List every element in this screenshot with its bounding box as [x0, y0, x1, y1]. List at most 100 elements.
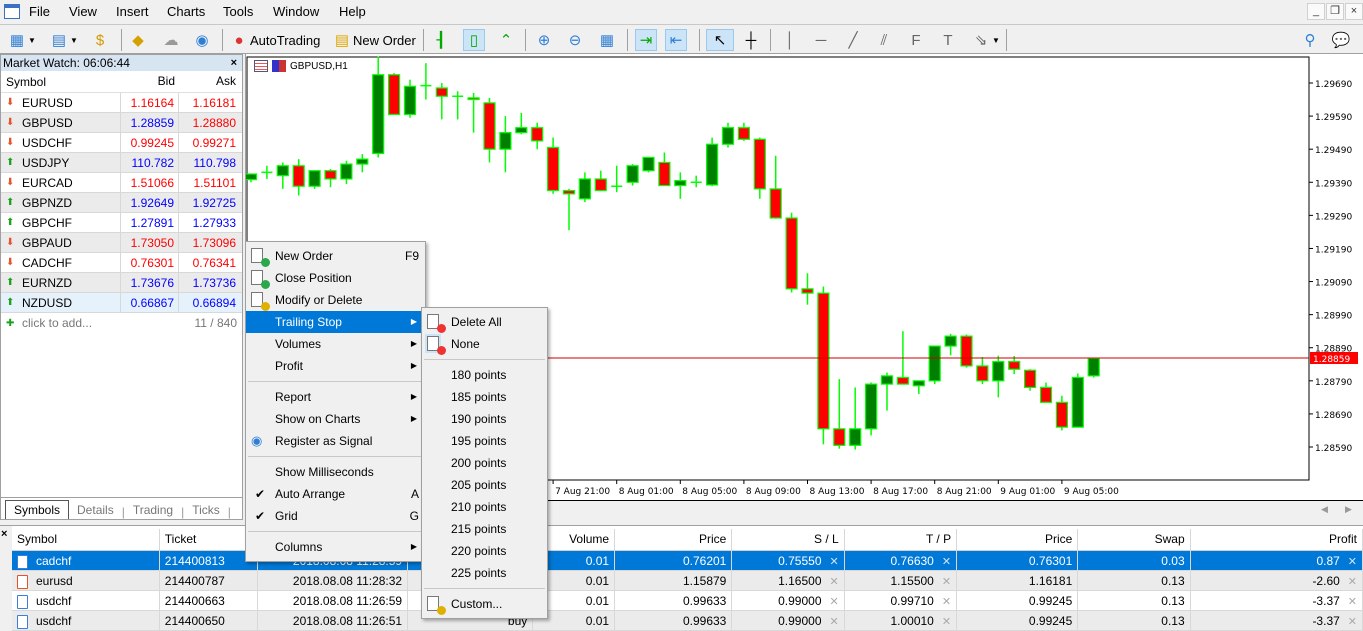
- search-button[interactable]: ⚲: [1299, 28, 1321, 52]
- column-header[interactable]: Profit: [1191, 529, 1363, 550]
- trade-row[interactable]: usdchf 214400663 2018.08.08 11:26:59 0.01 0.…: [12, 591, 1363, 611]
- tab-symbols[interactable]: Symbols: [5, 500, 70, 519]
- market-watch-row[interactable]: ⬇ CADCHF 0.76301 0.76341: [1, 253, 242, 273]
- column-header[interactable]: T / P: [845, 529, 958, 550]
- remove-icon[interactable]: ✕: [942, 556, 951, 568]
- column-header[interactable]: Price: [615, 529, 733, 550]
- column-header[interactable]: Price: [957, 529, 1079, 550]
- column-symbol[interactable]: Symbol: [1, 71, 121, 92]
- cloud-button[interactable]: ☁: [160, 28, 182, 52]
- menu-item-points[interactable]: 185 points: [422, 386, 547, 408]
- vertical-line-button[interactable]: │: [779, 28, 801, 52]
- close-button[interactable]: ×: [1345, 3, 1363, 20]
- fibonacci-button[interactable]: F: [905, 28, 927, 52]
- market-watch-row[interactable]: ⬇ GBPUSD 1.28859 1.28880: [1, 113, 242, 133]
- metaeditor-button[interactable]: ◆: [127, 28, 149, 52]
- tab-trading[interactable]: Trading: [125, 501, 181, 519]
- menu-item-profit[interactable]: Profit ▶: [246, 355, 425, 377]
- market-watch-row[interactable]: ⬇ GBPAUD 1.73050 1.73096: [1, 233, 242, 253]
- menu-item-points[interactable]: 180 points: [422, 364, 547, 386]
- add-symbol-row[interactable]: ✚ click to add... 11 / 840: [1, 313, 242, 333]
- menu-window[interactable]: Window: [273, 4, 319, 19]
- menu-item-show-milliseconds[interactable]: Show Milliseconds: [246, 461, 425, 483]
- menu-view[interactable]: View: [69, 4, 97, 19]
- restore-button[interactable]: ❐: [1326, 3, 1344, 20]
- market-watch-row[interactable]: ⬆ EURNZD 1.73676 1.73736: [1, 273, 242, 293]
- menu-file[interactable]: File: [29, 4, 50, 19]
- signals-button[interactable]: ◉: [191, 28, 213, 52]
- remove-icon[interactable]: ✕: [1348, 616, 1357, 628]
- menu-item-close-position[interactable]: Close Position: [246, 267, 425, 289]
- profiles-button[interactable]: ▤ ▼: [48, 28, 78, 52]
- market-watch-button[interactable]: $: [89, 28, 111, 52]
- market-watch-row[interactable]: ⬆ GBPCHF 1.27891 1.27933: [1, 213, 242, 233]
- column-header[interactable]: Swap: [1078, 529, 1191, 550]
- market-watch-row[interactable]: ⬇ EURCAD 1.51066 1.51101: [1, 173, 242, 193]
- column-header[interactable]: S / L: [732, 529, 845, 550]
- column-bid[interactable]: Bid: [121, 71, 179, 92]
- menu-tools[interactable]: Tools: [223, 4, 253, 19]
- remove-icon[interactable]: ✕: [942, 596, 951, 608]
- auto-scroll-button[interactable]: ⇥: [635, 28, 657, 52]
- menu-charts[interactable]: Charts: [167, 4, 205, 19]
- menu-item-report[interactable]: Report ▶: [246, 386, 425, 408]
- text-button[interactable]: T: [937, 28, 959, 52]
- scroll-left-icon[interactable]: ◀: [1321, 504, 1328, 515]
- close-icon[interactable]: ×: [231, 55, 237, 71]
- equidistant-channel-button[interactable]: ⫽: [873, 28, 895, 52]
- menu-item-custom[interactable]: Custom...: [422, 593, 547, 615]
- menu-help[interactable]: Help: [339, 4, 366, 19]
- column-header[interactable]: Ticket: [160, 529, 259, 550]
- menu-item-register-as-signal[interactable]: ◉ Register as Signal: [246, 430, 425, 452]
- tab-details[interactable]: Details: [69, 501, 122, 519]
- zoom-in-button[interactable]: ⊕: [533, 28, 555, 52]
- market-watch-row[interactable]: ⬆ GBPNZD 1.92649 1.92725: [1, 193, 242, 213]
- market-watch-row[interactable]: ⬇ USDCHF 0.99245 0.99271: [1, 133, 242, 153]
- trade-row[interactable]: cadchf2144008132018.08.08 11:28:590.010.…: [12, 551, 1363, 571]
- menu-item-show-on-charts[interactable]: Show on Charts ▶: [246, 408, 425, 430]
- new-order-button[interactable]: ▤ New Order: [331, 28, 416, 52]
- trade-row[interactable]: eurusd 214400787 2018.08.08 11:28:32 0.01 1.…: [12, 571, 1363, 591]
- chart-shift-button[interactable]: ⇤: [665, 28, 687, 52]
- menu-item-points[interactable]: 215 points: [422, 518, 547, 540]
- menu-item-points[interactable]: 210 points: [422, 496, 547, 518]
- remove-icon[interactable]: ✕: [942, 576, 951, 588]
- trendline-button[interactable]: ╱: [842, 28, 864, 52]
- remove-icon[interactable]: ✕: [942, 616, 951, 628]
- cursor-button[interactable]: ↖: [706, 28, 734, 52]
- menu-item-points[interactable]: 220 points: [422, 540, 547, 562]
- remove-icon[interactable]: ✕: [830, 616, 839, 628]
- bar-chart-button[interactable]: ┨: [430, 28, 452, 52]
- remove-icon[interactable]: ✕: [830, 576, 839, 588]
- column-header[interactable]: Symbol: [12, 529, 160, 550]
- scroll-right-icon[interactable]: ▶: [1345, 504, 1352, 515]
- menu-item-points[interactable]: 225 points: [422, 562, 547, 584]
- menu-item-points[interactable]: 205 points: [422, 474, 547, 496]
- zoom-out-button[interactable]: ⊖: [564, 28, 586, 52]
- column-ask[interactable]: Ask: [179, 71, 241, 92]
- menu-item-auto-arrange[interactable]: ✔ Auto Arrange A: [246, 483, 425, 505]
- remove-icon[interactable]: ✕: [830, 596, 839, 608]
- horizontal-line-button[interactable]: ─: [810, 28, 832, 52]
- menu-item-new-order[interactable]: New Order F9: [246, 245, 425, 267]
- crosshair-button[interactable]: ┼: [740, 28, 762, 52]
- menu-item-grid[interactable]: ✔ Grid G: [246, 505, 425, 527]
- trade-row[interactable]: usdchf 214400650 2018.08.08 11:26:51 buy 0.0…: [12, 611, 1363, 631]
- new-chart-button[interactable]: ▦ ▼: [6, 28, 36, 52]
- candlestick-button[interactable]: ▯: [463, 28, 485, 52]
- menu-item-columns[interactable]: Columns ▶: [246, 536, 425, 558]
- market-watch-row[interactable]: ⬆ USDJPY 110.782 110.798: [1, 153, 242, 173]
- line-chart-button[interactable]: ⌃: [495, 28, 517, 52]
- tab-ticks[interactable]: Ticks: [184, 501, 228, 519]
- minimize-button[interactable]: _: [1307, 3, 1325, 20]
- menu-item-points[interactable]: 200 points: [422, 452, 547, 474]
- menu-item-volumes[interactable]: Volumes ▶: [246, 333, 425, 355]
- menu-insert[interactable]: Insert: [116, 4, 149, 19]
- arrows-button[interactable]: ⇘ ▼: [970, 28, 1000, 52]
- menu-item-modify-or-delete[interactable]: Modify or Delete: [246, 289, 425, 311]
- close-icon[interactable]: ×: [1, 528, 7, 540]
- remove-icon[interactable]: ✕: [830, 556, 839, 568]
- remove-icon[interactable]: ✕: [1348, 556, 1357, 568]
- menu-item-delete-all[interactable]: Delete All: [422, 311, 547, 333]
- menu-item-points[interactable]: 190 points: [422, 408, 547, 430]
